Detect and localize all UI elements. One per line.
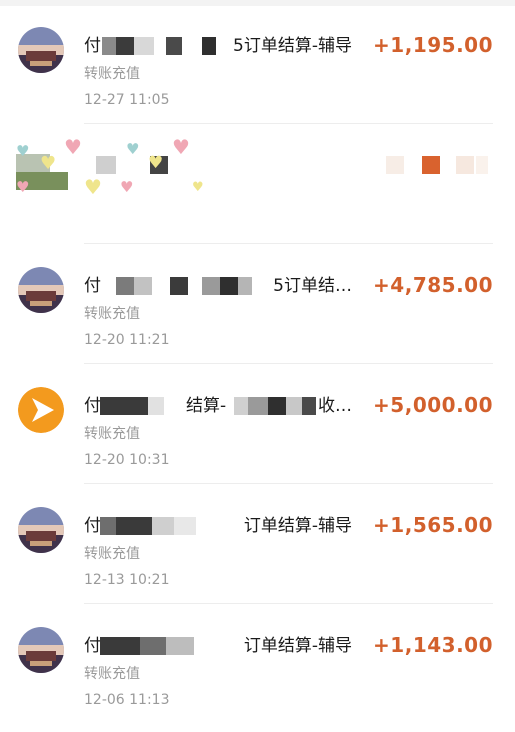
heart-sticker-icon: ♥	[148, 153, 164, 173]
transaction-type: 转账充值	[84, 306, 140, 322]
transaction-title: 付 5订单结算-辅导	[84, 30, 352, 62]
transaction-row[interactable]: ♥ ♥ ♥ ♥ ♥ ♥ ♥ ♥ ♥ ♥	[0, 124, 515, 244]
title-fragment: 结算-	[186, 396, 227, 416]
transaction-row[interactable]: 付 结算- 收… +5,000.00 转账充值 12-20 10:31	[0, 364, 515, 484]
transaction-type: 转账充值	[84, 666, 140, 682]
transaction-type: 转账充值	[84, 426, 140, 442]
timestamp: 12-13 10:21	[84, 572, 170, 588]
amount: +5,000.00	[373, 393, 493, 417]
building-photo-icon	[18, 627, 64, 673]
transaction-title: 付 订单结算-辅导	[84, 510, 352, 542]
timestamp: 12-20 10:31	[84, 452, 170, 468]
amount: +1,143.00	[373, 633, 493, 657]
transaction-type: 转账充值	[84, 546, 140, 562]
timestamp: 12-06 11:13	[84, 692, 170, 708]
transaction-type: 转账充值	[84, 66, 140, 82]
transaction-row[interactable]: 付 5订单结算-辅导 +1,195.00 转账充值 12-27 11:05	[0, 4, 515, 124]
building-photo-icon	[18, 267, 64, 313]
amount: +1,195.00	[373, 33, 493, 57]
transaction-title: 付 结算- 收…	[84, 390, 352, 422]
transaction-row[interactable]: 付 订单结算-辅导 +1,143.00 转账充值 12-06 11:13	[0, 604, 515, 724]
transaction-title: 付 订单结算-辅导	[84, 630, 352, 662]
heart-sticker-icon: ♥	[172, 135, 190, 159]
amount: +1,565.00	[373, 513, 493, 537]
heart-sticker-icon: ♥	[126, 140, 140, 158]
heart-sticker-icon: ♥	[40, 153, 57, 174]
transaction-title: 付 5订单结…	[84, 270, 352, 302]
timestamp: 12-20 11:21	[84, 332, 170, 348]
building-photo-icon	[18, 27, 64, 73]
play-triangle-icon	[18, 387, 64, 433]
transaction-row[interactable]: 付 5订单结… +4,785.00 转账充值 12-20 11:21	[0, 244, 515, 364]
heart-sticker-icon: ♥	[120, 178, 134, 196]
heart-sticker-icon: ♥	[16, 142, 30, 160]
building-photo-icon	[18, 507, 64, 553]
heart-sticker-icon: ♥	[64, 135, 82, 159]
heart-sticker-icon: ♥	[192, 180, 204, 195]
heart-sticker-icon: ♥	[16, 178, 30, 196]
amount: +4,785.00	[373, 273, 493, 297]
transaction-row[interactable]: 付 订单结算-辅导 +1,565.00 转账充值 12-13 10:21	[0, 484, 515, 604]
timestamp: 12-27 11:05	[84, 92, 170, 108]
heart-sticker-icon: ♥	[84, 175, 102, 199]
